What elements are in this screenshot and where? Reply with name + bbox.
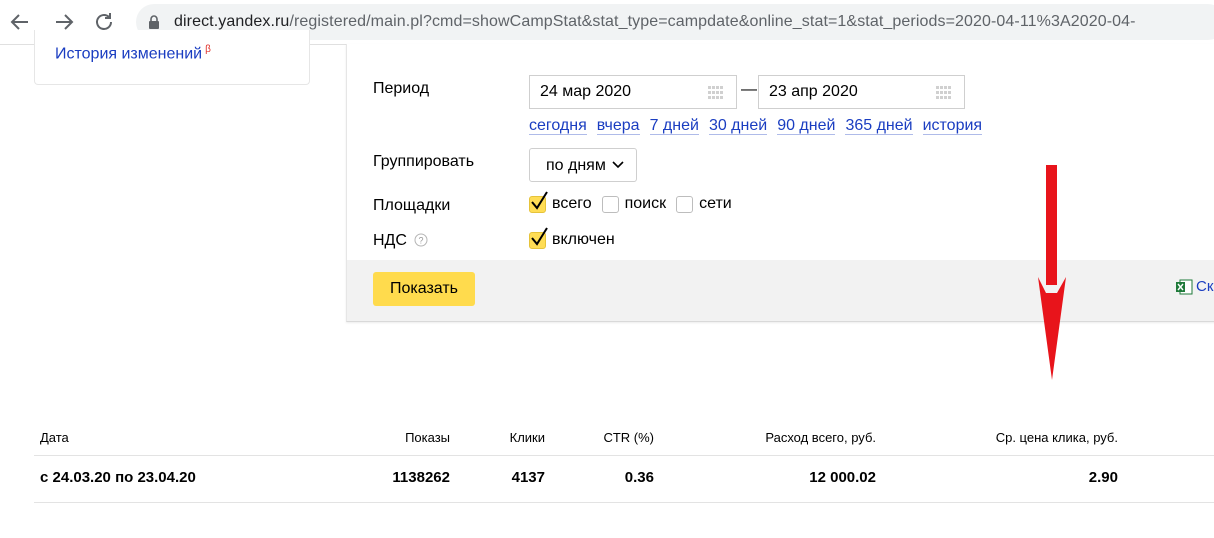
calendar-icon (708, 86, 723, 99)
period-link-90-days[interactable]: 90 дней (777, 117, 836, 135)
stats-filter-panel: Период 24 мар 2020 — 23 апр 2020 сегодня… (346, 44, 1214, 322)
quick-period-links: сегодня вчера 7 дней 30 дней 90 дней 365 дней… (529, 117, 992, 135)
period-link-history[interactable]: история (922, 117, 983, 135)
col-clicks[interactable]: Клики (510, 430, 545, 445)
cell-clicks: 4137 (511, 469, 545, 486)
date-to-input[interactable]: 23 апр 2020 (758, 75, 965, 109)
platform-all-label: всего (552, 195, 592, 212)
date-from-input[interactable]: 24 мар 2020 (529, 75, 737, 109)
platform-search-label: поиск (624, 195, 667, 212)
period-link-today[interactable]: сегодня (529, 117, 587, 135)
history-link[interactable]: История изменений β (55, 44, 211, 63)
platforms-label: Площадки (373, 197, 451, 214)
group-label: Группировать (373, 153, 475, 170)
lock-icon (149, 15, 159, 29)
period-label: Период (373, 80, 430, 97)
cell-spend: 12 000.02 (809, 469, 876, 486)
period-link-7-days[interactable]: 7 дней (649, 117, 699, 135)
checkmark-icon (531, 226, 548, 246)
platform-networks-checkbox[interactable] (676, 195, 694, 213)
group-by-value: по дням (546, 157, 606, 174)
arrow-left-icon (10, 14, 28, 30)
url-text: direct.yandex.ru/registered/main.pl?cmd=… (174, 13, 1136, 30)
vat-label: НДС (373, 232, 407, 249)
group-by-select[interactable]: по дням (529, 148, 637, 182)
svg-text:?: ? (418, 236, 423, 246)
calendar-icon (936, 86, 951, 99)
sidebar-card: История изменений β (34, 30, 310, 85)
back-button[interactable] (6, 8, 34, 36)
col-date[interactable]: Дата (40, 430, 69, 445)
checkmark-icon (531, 190, 548, 210)
col-spend[interactable]: Расход всего, руб. (765, 430, 876, 445)
export-link[interactable]: Ск (1196, 278, 1213, 295)
platform-networks-label: сети (699, 195, 732, 212)
vat-option: включен (529, 226, 625, 253)
question-icon[interactable]: ? (414, 233, 428, 247)
date-from-value: 24 мар 2020 (540, 83, 632, 100)
excel-icon[interactable] (1175, 278, 1193, 296)
period-link-yesterday[interactable]: вчера (596, 117, 640, 135)
cell-ctr: 0.36 (624, 469, 654, 486)
date-separator: — (741, 81, 757, 98)
cell-avg-cpc: 2.90 (1088, 469, 1118, 486)
table-row: с 24.03.20 по 23.04.20 1138262 4137 0.36… (34, 458, 1214, 503)
col-ctr[interactable]: CTR (%) (603, 430, 654, 445)
period-link-30-days[interactable]: 30 дней (708, 117, 768, 135)
platforms-options: всего поиск сети (529, 190, 742, 217)
cell-impressions: 1138262 (392, 469, 450, 486)
cell-date-range: с 24.03.20 по 23.04.20 (40, 469, 196, 486)
col-avg-cpc[interactable]: Ср. цена клика, руб. (996, 430, 1118, 445)
platform-all-checkbox[interactable] (529, 190, 548, 213)
date-to-value: 23 апр 2020 (769, 83, 858, 100)
show-button[interactable]: Показать (373, 272, 475, 306)
col-impressions[interactable]: Показы (405, 430, 450, 445)
vat-included-checkbox[interactable] (529, 226, 548, 249)
stats-table-header: Дата Показы Клики CTR (%) Расход всего, … (34, 427, 1214, 456)
red-arrow-annotation (1038, 165, 1066, 380)
chevron-down-icon (612, 161, 624, 169)
period-link-365-days[interactable]: 365 дней (845, 117, 913, 135)
filter-footer: Показать Ск (347, 260, 1214, 321)
platform-search-checkbox[interactable] (601, 195, 619, 213)
beta-badge: β (205, 44, 211, 55)
vat-included-label: включен (552, 231, 615, 248)
